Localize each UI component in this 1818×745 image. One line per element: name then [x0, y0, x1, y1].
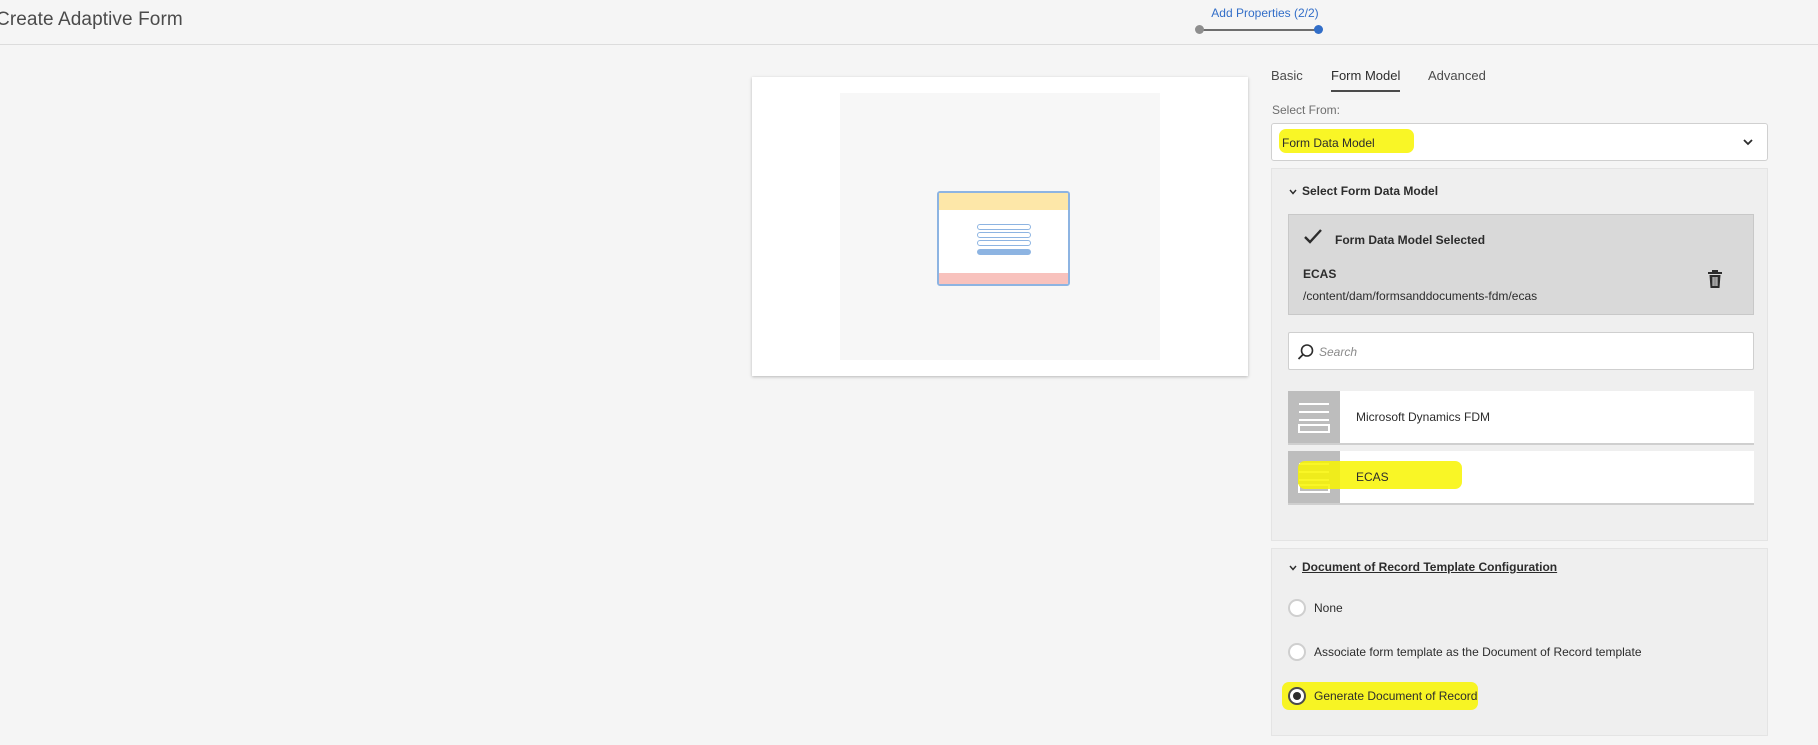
chevron-down-icon — [1289, 189, 1297, 195]
select-form-data-model-title: Select Form Data Model — [1302, 184, 1439, 198]
tab-form-model[interactable]: Form Model — [1331, 68, 1401, 92]
wizard-progress: Add Properties (2/2) — [1195, 0, 1335, 45]
tab-basic[interactable]: Basic — [1271, 68, 1303, 83]
form-preview-card — [752, 77, 1248, 376]
list-item-microsoft-dynamics-fdm[interactable]: Microsoft Dynamics FDM — [1288, 391, 1754, 445]
tab-advanced[interactable]: Advanced — [1428, 68, 1486, 83]
list-item-label: ECAS — [1356, 470, 1389, 484]
radio-button[interactable] — [1288, 599, 1306, 617]
document-of-record-title: Document of Record Template Configuratio… — [1302, 560, 1558, 574]
form-preview-area — [840, 93, 1160, 360]
selected-form-data-model: Form Data Model Selected ECAS /content/d… — [1288, 214, 1754, 315]
top-bar: Create Adaptive Form Add Properties (2/2… — [0, 0, 1818, 45]
radio-button[interactable] — [1288, 643, 1306, 661]
search-icon — [1297, 344, 1314, 360]
document-lines-icon — [1298, 403, 1330, 433]
list-item-label: Microsoft Dynamics FDM — [1356, 410, 1491, 424]
select-from-dropdown[interactable]: Form Data Model — [1271, 123, 1768, 161]
selected-model-name: ECAS — [1303, 267, 1337, 281]
checkmark-icon — [1304, 229, 1322, 244]
radio-label: None — [1314, 601, 1343, 615]
wizard-step-1-dot[interactable] — [1195, 25, 1204, 34]
select-form-data-model-section: Select Form Data Model Form Data Model S… — [1271, 168, 1768, 541]
radio-label: Generate Document of Record — [1314, 689, 1478, 703]
radio-button[interactable] — [1288, 687, 1306, 705]
page-title: Create Adaptive Form — [0, 9, 183, 30]
select-from-label: Select From: — [1272, 103, 1341, 117]
selected-model-path: /content/dam/formsanddocuments-fdm/ecas — [1303, 289, 1538, 303]
search-input[interactable] — [1317, 342, 1737, 362]
form-data-model-search — [1288, 332, 1754, 370]
chevron-down-icon — [1743, 139, 1753, 146]
document-of-record-section: Document of Record Template Configuratio… — [1271, 548, 1768, 736]
trash-icon[interactable] — [1706, 269, 1724, 289]
select-form-data-model-header[interactable]: Select Form Data Model — [1288, 184, 1438, 198]
selected-status: Form Data Model Selected — [1335, 233, 1486, 247]
list-item-ecas[interactable]: ECAS — [1288, 451, 1754, 505]
document-of-record-header[interactable]: Document of Record Template Configuratio… — [1288, 560, 1557, 574]
wizard-progress-line — [1199, 29, 1319, 31]
wizard-step-label: Add Properties (2/2) — [1211, 6, 1319, 20]
wizard-step-2-dot — [1314, 25, 1323, 34]
select-from-value: Form Data Model — [1282, 136, 1375, 150]
radio-label: Associate form template as the Document … — [1314, 645, 1642, 659]
form-data-model-icon — [1288, 391, 1340, 443]
chevron-down-icon — [1289, 565, 1297, 571]
form-template-thumbnail — [937, 191, 1070, 286]
